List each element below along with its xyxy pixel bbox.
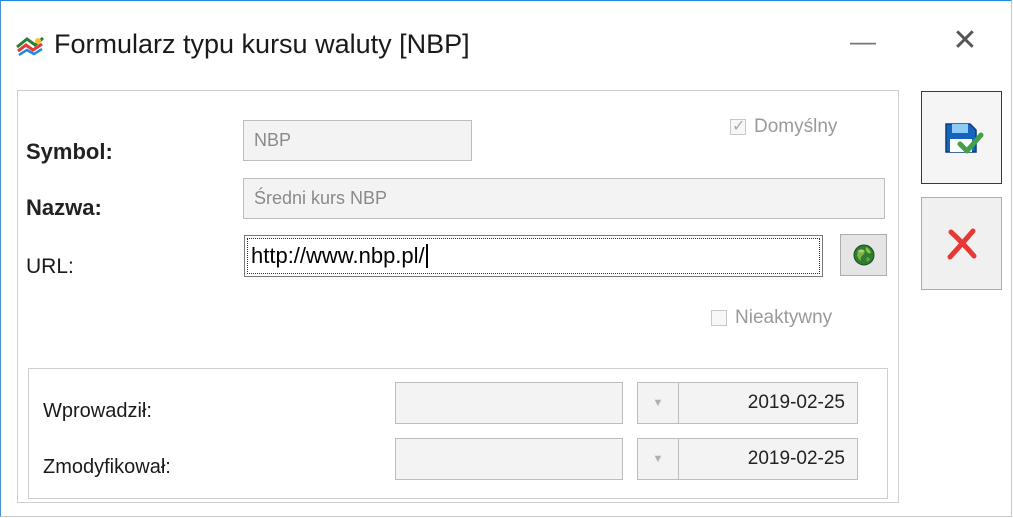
created-by-label: Wprowadził:	[43, 400, 152, 422]
cancel-button[interactable]	[921, 197, 1002, 290]
modified-date-dropdown[interactable]: ▼	[637, 438, 679, 480]
default-checkbox[interactable]: Domyślny	[730, 116, 837, 138]
audit-group: Wprowadził: ▼ 2019-02-25 Zmodyfikował: ▼…	[28, 368, 888, 499]
created-date-dropdown[interactable]: ▼	[637, 382, 679, 424]
save-disk-icon	[944, 122, 983, 153]
url-input[interactable]: http://www.nbp.pl/	[244, 235, 823, 277]
red-x-icon	[947, 228, 976, 259]
form-panel: Symbol: NBP Domyślny Nazwa: Średni kurs …	[17, 90, 899, 503]
currency-icon	[16, 36, 44, 57]
open-url-button[interactable]	[840, 234, 887, 276]
default-checkbox-label: Domyślny	[754, 116, 838, 137]
save-button[interactable]	[921, 91, 1002, 184]
url-input-text: http://www.nbp.pl/	[251, 243, 425, 268]
title-bar[interactable]: Formularz typu kursu waluty [NBP] — ✕	[1, 1, 1011, 76]
modified-by-field	[395, 438, 623, 480]
modified-by-label: Zmodyfikował:	[43, 456, 171, 478]
symbol-field[interactable]: NBP	[243, 120, 472, 161]
inactive-checkbox-label: Nieaktywny	[735, 307, 833, 328]
minimize-button[interactable]: —	[843, 21, 883, 61]
window-title: Formularz typu kursu waluty [NBP]	[54, 29, 470, 59]
text-cursor	[425, 244, 428, 268]
globe-icon	[853, 244, 874, 266]
close-button[interactable]: ✕	[945, 21, 985, 61]
created-date-field: 2019-02-25	[678, 382, 858, 424]
name-label: Nazwa:	[26, 195, 102, 220]
symbol-label: Symbol:	[26, 139, 113, 164]
dialog-window: Formularz typu kursu waluty [NBP] — ✕ Sy…	[0, 0, 1012, 517]
inactive-checkbox[interactable]: Nieaktywny	[711, 307, 832, 329]
name-field[interactable]: Średni kurs NBP	[243, 178, 885, 219]
url-label: URL:	[26, 255, 74, 278]
created-by-field	[395, 382, 623, 424]
default-checkbox-box[interactable]	[730, 116, 746, 136]
inactive-checkbox-box[interactable]	[711, 310, 727, 326]
modified-date-field: 2019-02-25	[678, 438, 858, 480]
